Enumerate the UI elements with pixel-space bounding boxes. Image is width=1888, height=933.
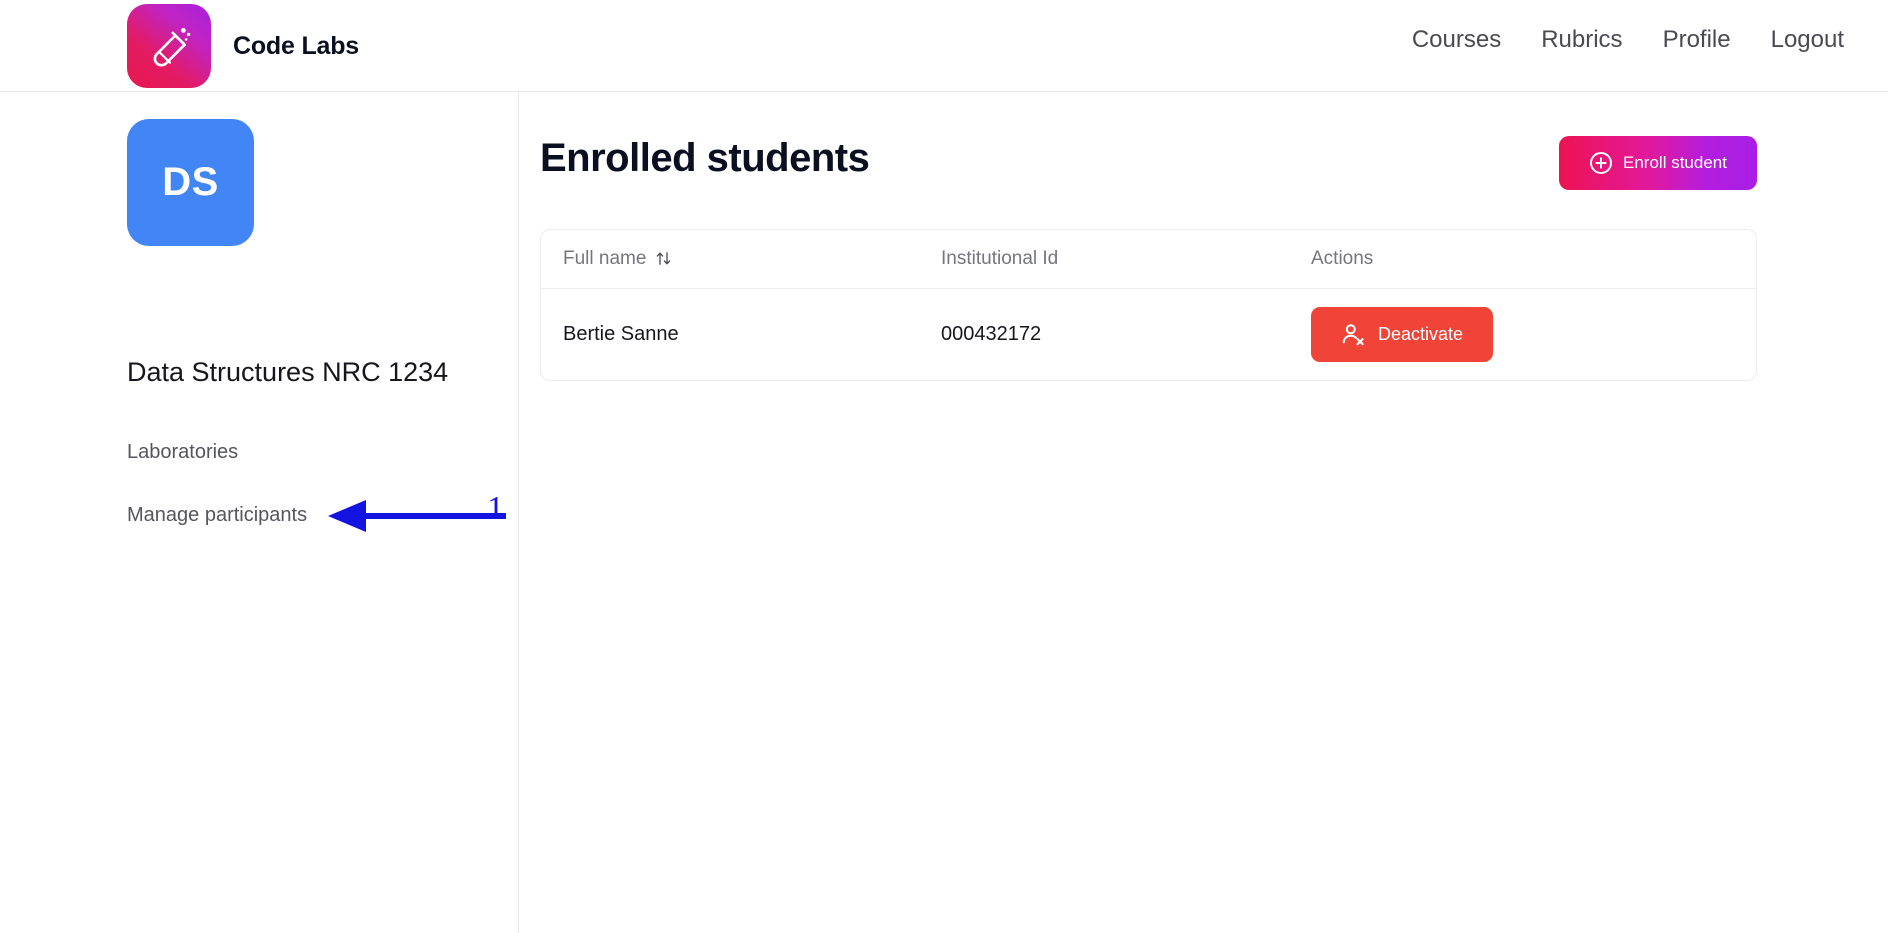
table-head: Full name Institutional Id Actions [541, 230, 1756, 289]
cell-actions: Deactivate [1311, 288, 1756, 380]
column-header-full-name-label: Full name [563, 247, 647, 269]
brand[interactable]: Code Labs [127, 4, 359, 88]
table-header-row: Full name Institutional Id Actions [541, 230, 1756, 289]
enroll-student-label: Enroll student [1623, 153, 1727, 172]
main-content: Enrolled students Enroll student Full na… [519, 92, 1888, 933]
sidebar-item-manage-participants[interactable]: Manage participants [127, 504, 307, 527]
cell-full-name: Bertie Sanne [563, 322, 679, 345]
nav-item-profile[interactable]: Profile [1663, 26, 1731, 54]
course-title: Data Structures NRC 1234 [127, 357, 449, 387]
plus-circle-icon [1589, 151, 1613, 175]
column-header-institutional-id: Institutional Id [941, 230, 1311, 289]
sort-updown-icon[interactable] [655, 250, 672, 267]
app-header: Code Labs Courses Rubrics Profile Logout [0, 0, 1888, 92]
students-table-card: Full name Institutional Id Actions Berti… [540, 229, 1757, 381]
deactivate-button[interactable]: Deactivate [1311, 306, 1493, 362]
annotation-number: 1 [487, 490, 504, 527]
column-header-actions: Actions [1311, 230, 1756, 289]
brand-name: Code Labs [233, 31, 359, 60]
column-header-full-name[interactable]: Full name [541, 230, 941, 289]
sidebar-item-laboratories[interactable]: Laboratories [127, 441, 238, 464]
table-body: Bertie Sanne 000432172 Deactivate [541, 288, 1756, 380]
page-title: Enrolled students [540, 136, 870, 180]
cell-institutional-id: 000432172 [941, 322, 1042, 345]
annotation-arrow [328, 500, 506, 532]
nav-item-logout[interactable]: Logout [1771, 26, 1844, 54]
nav-item-courses[interactable]: Courses [1412, 26, 1501, 54]
course-sidebar: DS Data Structures NRC 1234 Laboratories… [0, 92, 519, 933]
nav-item-rubrics[interactable]: Rubrics [1541, 26, 1622, 54]
table-row: Bertie Sanne 000432172 Deactivate [541, 288, 1756, 380]
enroll-student-button[interactable]: Enroll student [1559, 136, 1757, 190]
user-remove-icon [1341, 322, 1366, 347]
test-tube-icon [127, 4, 211, 88]
deactivate-label: Deactivate [1377, 323, 1464, 344]
main-navigation: Courses Rubrics Profile Logout [1412, 26, 1844, 54]
course-avatar: DS [127, 119, 254, 246]
students-table: Full name Institutional Id Actions Berti… [541, 230, 1756, 380]
